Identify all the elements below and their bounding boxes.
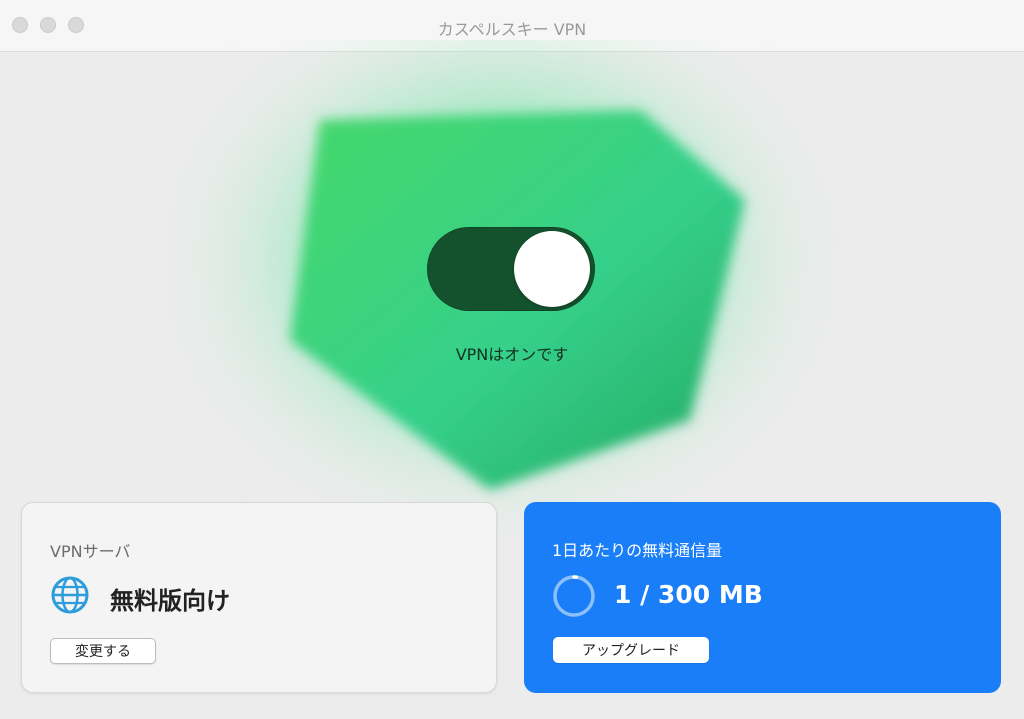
toggle-knob	[514, 231, 590, 307]
daily-traffic-label: 1日あたりの無料通信量	[552, 541, 723, 560]
vpn-status-text: VPNはオンです	[455, 345, 569, 364]
change-server-button[interactable]: 変更する	[50, 638, 156, 664]
vpn-server-label: VPNサーバ	[50, 542, 131, 561]
app-window: カスペルスキー VPN VPNはオンです VPNサーバ 無料版向け 変更する 1…	[0, 0, 1024, 719]
traffic-progress-ring	[553, 575, 595, 617]
vpn-toggle[interactable]	[427, 227, 595, 311]
traffic-usage-value: 1 / 300 MB	[614, 580, 763, 609]
upgrade-button[interactable]: アップグレード	[553, 637, 709, 663]
window-title: カスペルスキー VPN	[437, 20, 587, 39]
daily-traffic-card: 1日あたりの無料通信量 1 / 300 MB アップグレード	[524, 502, 1001, 693]
vpn-server-name: 無料版向け	[110, 587, 230, 615]
vpn-server-card: VPNサーバ 無料版向け 変更する	[21, 502, 497, 693]
globe-icon	[51, 576, 89, 614]
